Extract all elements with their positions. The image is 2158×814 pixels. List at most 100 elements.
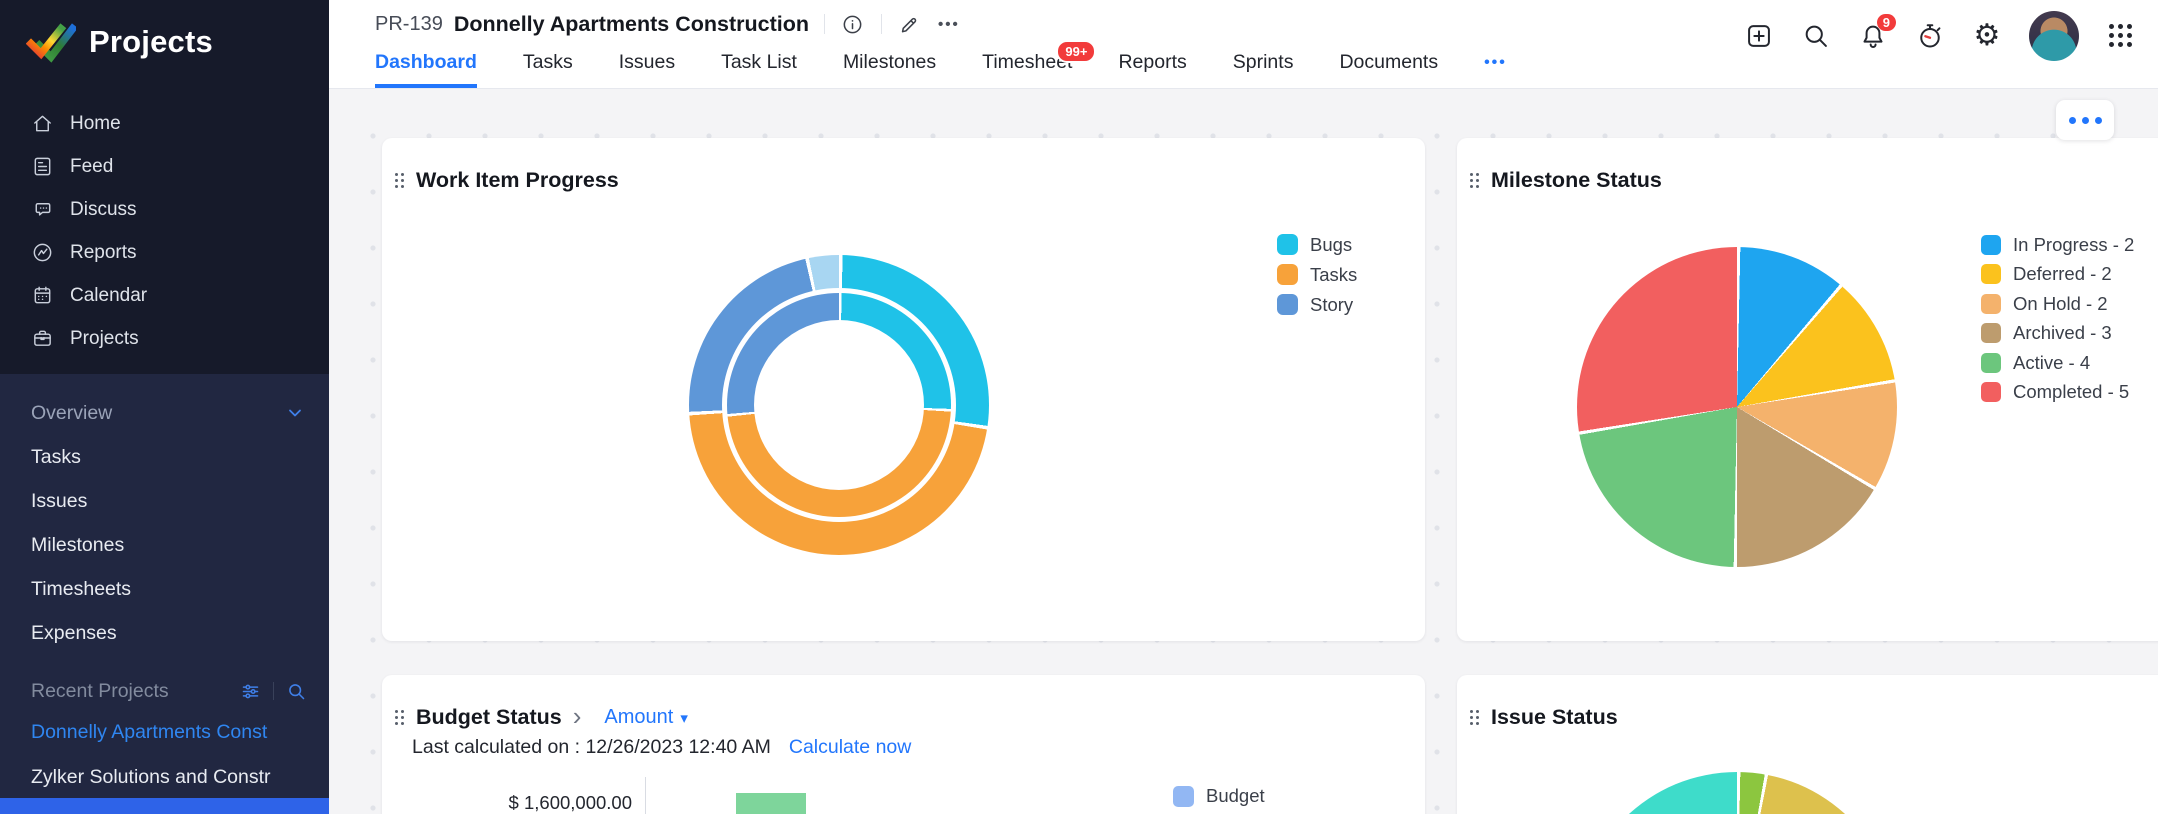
search-icon — [1802, 22, 1830, 50]
legend-item-active[interactable]: Active - 4 — [1981, 352, 2134, 373]
issue-status-card: Issue Status — [1457, 675, 2158, 814]
dashboard-more-button[interactable] — [2056, 100, 2114, 140]
divider — [881, 14, 882, 34]
timer-button[interactable] — [1915, 21, 1945, 51]
feed-icon — [31, 155, 54, 178]
legend-swatch — [1981, 323, 2001, 343]
recent-projects-header: Recent Projects — [0, 672, 329, 710]
project-edit-button[interactable] — [897, 11, 923, 37]
legend-item-bugs[interactable]: Bugs — [1277, 234, 1357, 255]
notifications-button[interactable]: 9 — [1858, 21, 1888, 51]
issue-status-pie[interactable] — [1577, 772, 1897, 814]
divider — [273, 682, 274, 700]
sidebar-item-milestones[interactable]: Milestones — [0, 523, 329, 567]
budget-bar[interactable] — [736, 793, 806, 814]
legend-item-on-hold[interactable]: On Hold - 2 — [1981, 293, 2134, 314]
tab-issues[interactable]: Issues — [619, 51, 675, 88]
home-icon — [31, 112, 54, 135]
tab-tasks[interactable]: Tasks — [523, 51, 573, 88]
legend-swatch — [1173, 786, 1194, 807]
sidebar-item-timesheets[interactable]: Timesheets — [0, 567, 329, 611]
drag-handle-icon[interactable] — [395, 710, 405, 726]
recent-projects-title: Recent Projects — [31, 680, 169, 703]
dashboard-canvas: Work Item Progress Bugs Tasks Story — [329, 88, 2158, 814]
apps-menu-button[interactable] — [2106, 21, 2136, 51]
quick-add-button[interactable] — [1744, 21, 1774, 51]
last-calculated-text: Last calculated on : 12/26/2023 12:40 AM — [412, 736, 771, 759]
briefcase-icon — [31, 327, 54, 350]
sidebar-item-label: Timesheets — [31, 578, 131, 601]
drag-handle-icon[interactable] — [1470, 173, 1480, 189]
sidebar-item-expenses[interactable]: Expenses — [0, 611, 329, 655]
sidebar-item-tasks[interactable]: Tasks — [0, 435, 329, 479]
project-tabs: Dashboard Tasks Issues Task List Milesto… — [375, 51, 1507, 88]
budget-meta-row: Last calculated on : 12/26/2023 12:40 AM… — [412, 736, 911, 759]
legend-swatch — [1981, 382, 2001, 402]
app-logo[interactable]: Projects — [0, 0, 329, 64]
budget-view-dropdown[interactable]: Amount ▾ — [604, 706, 687, 729]
work-item-progress-donut[interactable] — [689, 255, 989, 555]
milestone-status-pie[interactable] — [1577, 247, 1897, 567]
sidebar-item-label: Issues — [31, 490, 87, 513]
sidebar-item-issues[interactable]: Issues — [0, 479, 329, 523]
discuss-icon — [31, 198, 54, 221]
project-title: Donnelly Apartments Construction — [454, 12, 809, 37]
recent-project-zylker[interactable]: Zylker Solutions and Constr — [0, 755, 329, 799]
tab-task-list[interactable]: Task List — [721, 51, 797, 88]
sidebar-item-discuss[interactable]: Discuss — [0, 188, 329, 231]
project-info-button[interactable] — [840, 11, 866, 37]
sidebar-bottom-highlight — [0, 798, 329, 814]
budget-legend[interactable]: Budget — [1173, 785, 1265, 807]
gear-icon: ⚙ — [1974, 21, 2001, 51]
dot — [2095, 117, 2102, 124]
milestone-status-legend: In Progress - 2 Deferred - 2 On Hold - 2… — [1981, 234, 2134, 403]
sidebar-item-reports[interactable]: Reports — [0, 231, 329, 274]
drag-handle-icon[interactable] — [1470, 710, 1480, 726]
card-title: Budget Status — [416, 705, 562, 730]
sidebar-item-label: Calendar — [70, 285, 147, 307]
tab-documents[interactable]: Documents — [1339, 51, 1438, 88]
project-id: PR-139 — [375, 13, 443, 36]
zoho-projects-logo-icon — [26, 20, 76, 64]
sidebar-item-feed[interactable]: Feed — [0, 145, 329, 188]
sidebar-item-calendar[interactable]: Calendar — [0, 274, 329, 317]
sidebar-item-overview[interactable]: Overview — [0, 391, 329, 435]
legend-swatch — [1981, 353, 2001, 373]
pencil-icon — [898, 13, 921, 36]
chevron-down-icon[interactable] — [285, 403, 305, 423]
card-title: Work Item Progress — [416, 168, 619, 193]
project-more-button[interactable]: ••• — [938, 16, 960, 33]
legend-item-story[interactable]: Story — [1277, 294, 1357, 315]
card-title: Milestone Status — [1491, 168, 1662, 193]
tab-timesheet[interactable]: Timesheet 99+ — [982, 51, 1072, 88]
search-projects-icon[interactable] — [286, 681, 307, 702]
sidebar-item-home[interactable]: Home — [0, 102, 329, 145]
drag-handle-icon[interactable] — [395, 173, 405, 189]
tab-sprints[interactable]: Sprints — [1233, 51, 1294, 88]
sidebar-main-nav: Home Feed Discuss Reports Calendar Proje… — [0, 102, 329, 360]
legend-item-tasks[interactable]: Tasks — [1277, 264, 1357, 285]
legend-item-completed[interactable]: Completed - 5 — [1981, 382, 2134, 403]
sidebar-item-label: Overview — [31, 402, 112, 425]
legend-swatch — [1277, 264, 1298, 285]
budget-status-card: Budget Status › Amount ▾ Last calculated… — [382, 675, 1425, 814]
sidebar-item-label: Projects — [70, 328, 139, 350]
tabs-overflow-button[interactable]: ••• — [1484, 54, 1507, 88]
tab-reports[interactable]: Reports — [1118, 51, 1186, 88]
app-logo-text: Projects — [89, 24, 213, 60]
global-search-button[interactable] — [1801, 21, 1831, 51]
filter-sliders-icon[interactable] — [240, 681, 261, 702]
user-avatar[interactable] — [2029, 11, 2079, 61]
recent-project-donnelly[interactable]: Donnelly Apartments Const — [0, 710, 329, 754]
tab-dashboard[interactable]: Dashboard — [375, 51, 477, 88]
calculate-now-link[interactable]: Calculate now — [789, 736, 911, 759]
legend-item-deferred[interactable]: Deferred - 2 — [1981, 264, 2134, 285]
legend-item-archived[interactable]: Archived - 3 — [1981, 323, 2134, 344]
sidebar-item-label: Discuss — [70, 199, 137, 221]
legend-item-in-progress[interactable]: In Progress - 2 — [1981, 234, 2134, 255]
sidebar-item-projects[interactable]: Projects — [0, 317, 329, 360]
tab-milestones[interactable]: Milestones — [843, 51, 936, 88]
timer-icon — [1916, 22, 1944, 50]
dot — [2069, 117, 2076, 124]
settings-button[interactable]: ⚙ — [1972, 21, 2002, 51]
